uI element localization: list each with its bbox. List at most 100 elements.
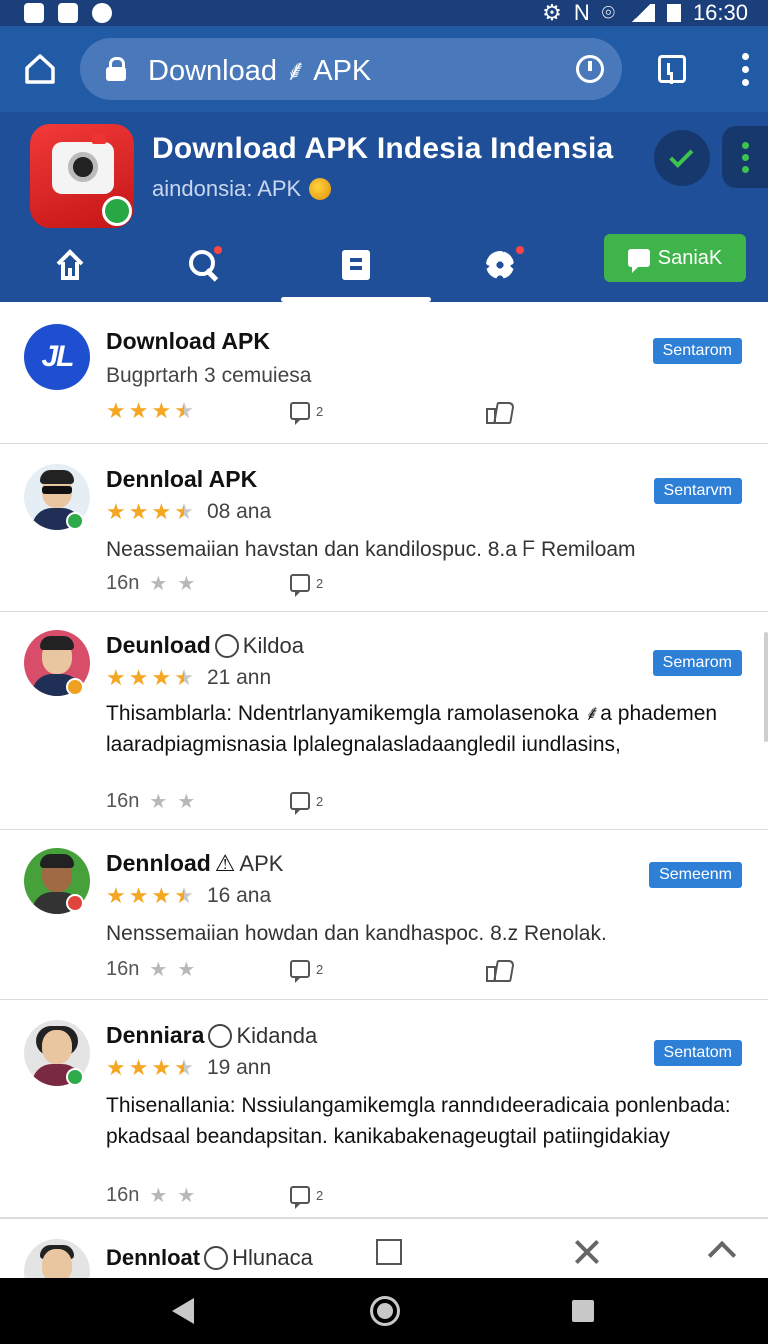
like-icon[interactable] xyxy=(486,400,512,424)
item-time: 16n xyxy=(106,790,140,812)
tab-home[interactable] xyxy=(30,232,110,298)
recent-apps-icon[interactable] xyxy=(572,1300,594,1322)
target-icon xyxy=(208,1023,233,1048)
status-badge[interactable]: Sentarom xyxy=(652,338,742,364)
action-button-label: SaniaK xyxy=(657,246,723,269)
tabs-button[interactable] xyxy=(622,26,722,112)
rating-text: 19 ann xyxy=(206,1056,272,1079)
home-nav-icon[interactable] xyxy=(370,1296,400,1326)
app-icon: JL xyxy=(24,324,90,390)
rating-text: 08 ana xyxy=(206,500,272,523)
list-item[interactable]: Denniara Kidanda ★ ★ ★ ★ 19 ann Thisenallan… xyxy=(0,1000,768,1218)
rating-stars: ★ ★ ★ ★ 08 ana xyxy=(106,499,272,524)
no-ads-icon xyxy=(214,633,239,658)
comment-button[interactable]: 2 xyxy=(290,960,324,983)
item-title: Denniara Kidanda xyxy=(106,1022,318,1048)
app-header: Download APK Indesia Indensia aindonsia:… xyxy=(0,112,768,302)
back-icon[interactable] xyxy=(172,1298,194,1324)
app-title: Download APK Indesia Indensia xyxy=(152,132,614,165)
list-item[interactable]: Dennloal APK ★ ★ ★ ★ 08 ana Neassemaiian ha… xyxy=(0,444,768,612)
list-item[interactable]: Deunload Kildoa ★ ★ ★ ★ 21 ann Thisamblarla… xyxy=(0,612,768,830)
item-title: Deunload Kildoa xyxy=(106,632,304,658)
item-title: Dennloat Hlunaca xyxy=(106,1245,313,1270)
notification-icon xyxy=(24,3,44,23)
check-icon xyxy=(669,143,694,168)
rating-text: 21 ann xyxy=(206,666,272,689)
item-title: Download APK xyxy=(106,328,270,354)
refresh-icon xyxy=(204,1246,229,1270)
comment-count: 2 xyxy=(316,403,324,419)
item-meta: 16n ★ ★ xyxy=(106,572,196,595)
browser-menu-button[interactable] xyxy=(722,26,768,112)
comment-icon xyxy=(290,574,310,597)
search-icon xyxy=(189,250,219,280)
like-icon[interactable] xyxy=(486,958,512,982)
badge-icon xyxy=(66,678,84,696)
mute-icon: N xyxy=(573,0,590,25)
timer-icon[interactable] xyxy=(576,55,604,83)
comment-icon xyxy=(290,960,310,983)
camera-notification-icon xyxy=(58,3,78,23)
comment-count: 2 xyxy=(316,961,324,977)
status-badge[interactable]: Semarom xyxy=(652,650,742,676)
rating-stars: ★ ★ ★ ★ 16 ana xyxy=(106,883,272,908)
browser-home-button[interactable] xyxy=(0,26,80,112)
tab-apps[interactable] xyxy=(316,232,396,298)
item-meta: 16n ★ ★ xyxy=(106,1184,196,1207)
comment-count: 2 xyxy=(316,793,324,809)
item-time: 16n xyxy=(106,1184,140,1206)
verify-button[interactable] xyxy=(654,130,710,186)
chat-icon xyxy=(627,249,650,273)
comment-icon xyxy=(290,1186,310,1209)
comment-button[interactable]: 2 xyxy=(290,402,324,425)
chevron-up-icon[interactable] xyxy=(707,1240,737,1270)
tab-search[interactable] xyxy=(164,232,244,298)
tab-settings[interactable] xyxy=(460,232,540,298)
list-item-partial[interactable]: Dennloat Hlunaca xyxy=(0,1218,768,1305)
item-title: Dennloal APK xyxy=(106,466,258,492)
list-item[interactable]: Dennload ⚠ APK ★ ★ ★ ★ 16 ana Nenssemaiian … xyxy=(0,830,768,1000)
status-badge[interactable]: Sentarvm xyxy=(653,478,742,504)
gear-icon xyxy=(486,251,514,279)
status-badge[interactable]: Sentatom xyxy=(653,1040,742,1066)
address-bar[interactable]: Download ⸙ APK xyxy=(80,38,622,100)
app-logo xyxy=(30,124,134,228)
app-tab-bar: SaniaK xyxy=(0,232,768,302)
system-nav-bar xyxy=(0,1278,768,1344)
checkbox-icon[interactable] xyxy=(376,1239,402,1265)
app-list: JL Download APK Bugprtarh 3 cemuiesa ★ ★ ★… xyxy=(0,302,768,1278)
menu-dot xyxy=(741,78,749,86)
lock-icon xyxy=(106,57,126,81)
alarm-icon: ⚙ xyxy=(542,0,562,25)
app-more-button[interactable] xyxy=(722,126,768,188)
menu-dot xyxy=(741,52,749,60)
item-description: Thisamblarla: Ndentrlanyamikemgla ramola… xyxy=(106,702,718,756)
rating-text: 16 ana xyxy=(206,884,272,907)
app-subtitle: aindonsia: APK xyxy=(152,176,332,202)
home-icon xyxy=(25,54,55,84)
item-time: 16n xyxy=(106,572,140,594)
item-meta: 16n ★ ★ xyxy=(106,958,196,981)
item-description: Thisenallania: Nssiulangamikemgla ranndı… xyxy=(106,1094,731,1148)
rating-stars: ★ ★ ★ ★ xyxy=(106,398,194,423)
signal-icon xyxy=(626,4,655,22)
action-button[interactable]: SaniaK xyxy=(604,234,746,282)
home-tab-icon xyxy=(56,249,84,280)
scrollbar[interactable] xyxy=(764,632,768,742)
refresh-badge-icon xyxy=(102,196,132,226)
comment-count: 2 xyxy=(316,575,324,591)
item-time: 16n xyxy=(106,958,140,980)
list-item[interactable]: JL Download APK Bugprtarh 3 cemuiesa ★ ★ ★… xyxy=(0,302,768,444)
comment-button[interactable]: 2 xyxy=(290,574,324,597)
item-description: Neassemaiian havstan dan kandilospuc. 8.… xyxy=(106,538,636,561)
url-text: Download ⸙ APK xyxy=(148,54,372,87)
warning-icon: ⚠ xyxy=(214,850,236,876)
item-subtitle: Bugprtarh 3 cemuiesa xyxy=(106,364,312,387)
comment-button[interactable]: 2 xyxy=(290,792,324,815)
close-icon[interactable] xyxy=(572,1237,602,1267)
status-badge[interactable]: Semeenm xyxy=(649,862,742,888)
globe-icon xyxy=(309,178,332,200)
comment-button[interactable]: 2 xyxy=(290,1186,323,1209)
status-bar: ⚙ N ⌾ 16:30 xyxy=(0,0,768,26)
camera-icon xyxy=(52,134,114,194)
